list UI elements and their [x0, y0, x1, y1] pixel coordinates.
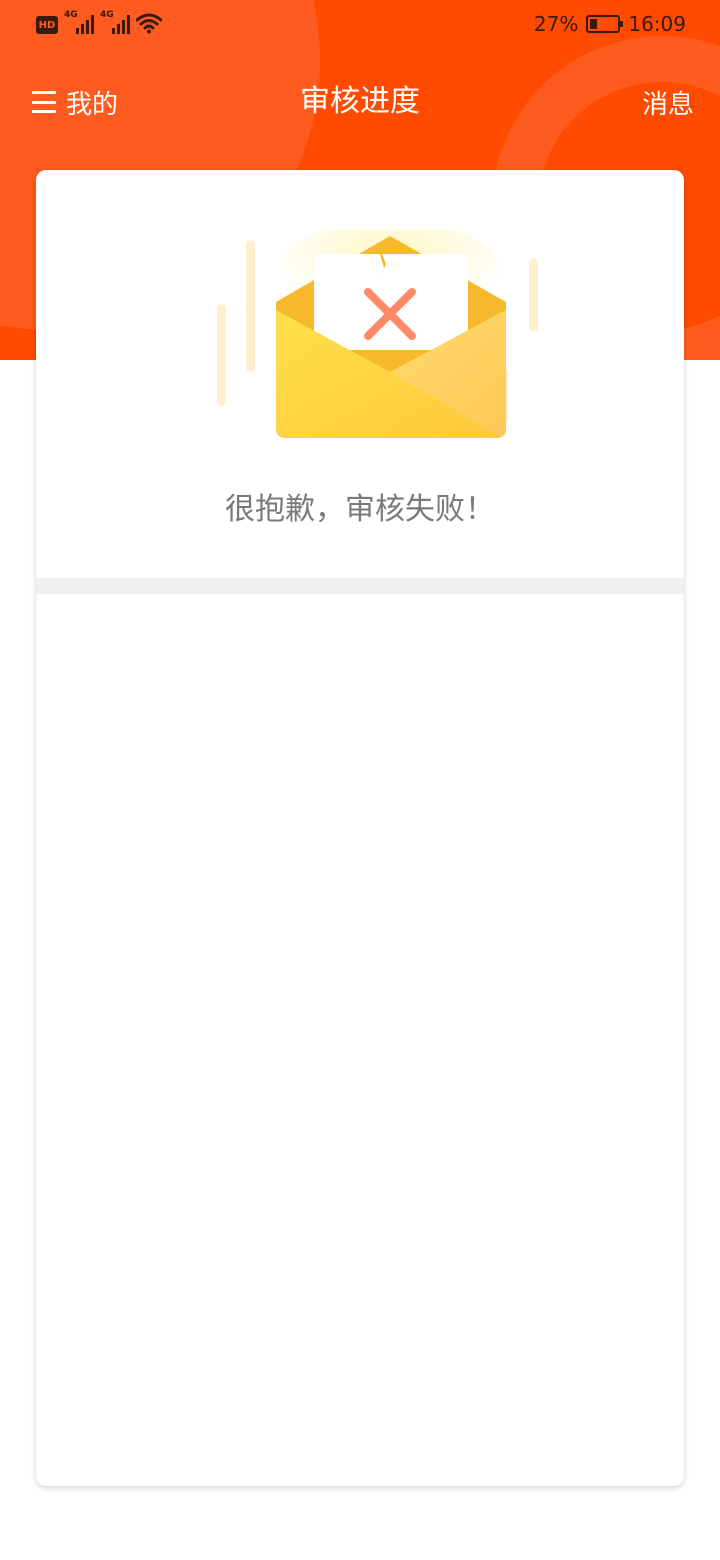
clock: 16:09 [628, 12, 686, 36]
my-menu-button[interactable]: 我的 [32, 82, 118, 122]
battery-percent: 27% [533, 12, 579, 36]
my-menu-label: 我的 [66, 89, 119, 120]
menu-icon [32, 91, 56, 113]
cellular-signal-icon-2: 4G [100, 10, 130, 34]
hd-icon: HD [36, 16, 58, 34]
review-result-card: 很抱歉，审核失败！ [36, 170, 684, 1486]
battery-icon [586, 15, 624, 33]
status-icons-left: HD 4G 4G [36, 10, 162, 34]
status-bar: HD 4G 4G 27% 16:09 [0, 0, 720, 52]
cellular-signal-icon: 4G [64, 10, 94, 34]
network-type-label: 4G [64, 10, 78, 20]
result-message: 很抱歉，审核失败！ [225, 492, 495, 527]
status-icons-right: 27% 16:09 [534, 12, 686, 36]
messages-button[interactable]: 消息 [642, 82, 694, 122]
screen: HD 4G 4G 27% 16:09 我的 审核进度 消息 很抱歉，审核失败！ [0, 0, 720, 1560]
battery-level [590, 19, 598, 29]
section-divider [36, 578, 684, 594]
broken-envelope-failed-icon [217, 230, 538, 438]
result-details-area [36, 594, 684, 1486]
wifi-icon [136, 13, 162, 34]
network-type-label-2: 4G [100, 10, 114, 20]
